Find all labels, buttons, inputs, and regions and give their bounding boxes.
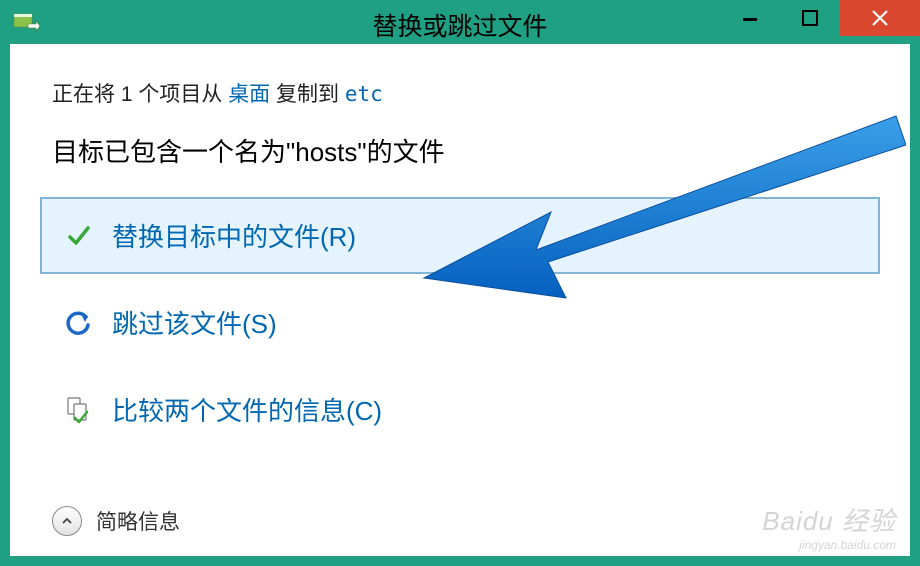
close-button[interactable]: [840, 0, 920, 36]
skip-option[interactable]: 跳过该文件(S): [40, 284, 880, 361]
watermark-sub: jingyan.baidu.com: [762, 538, 896, 552]
details-label: 简略信息: [96, 506, 180, 536]
window-controls: [720, 0, 920, 36]
copy-middle: 复制到: [270, 83, 345, 106]
watermark-main: Baidu 经验: [762, 506, 896, 536]
app-icon: [14, 12, 40, 32]
options-list: 替换目标中的文件(R) 跳过该文件(S): [10, 197, 910, 448]
dialog-window: 替换或跳过文件 正在将 1 个项目从 桌面 复制到 etc 目标已包含一个名为"…: [0, 0, 920, 566]
compare-option[interactable]: 比较两个文件的信息(C): [40, 371, 880, 448]
minimize-button[interactable]: [720, 0, 780, 36]
copy-status-line: 正在将 1 个项目从 桌面 复制到 etc: [10, 44, 910, 108]
undo-arrow-icon: [64, 308, 94, 338]
copy-dest-link[interactable]: etc: [345, 82, 383, 106]
copy-prefix: 正在将 1 个项目从: [52, 83, 228, 106]
skip-label: 跳过该文件(S): [112, 304, 277, 341]
maximize-button[interactable]: [780, 0, 840, 36]
replace-option[interactable]: 替换目标中的文件(R): [40, 197, 880, 274]
copy-source-link[interactable]: 桌面: [228, 83, 270, 106]
chevron-up-icon: [52, 506, 82, 536]
checkmark-icon: [64, 221, 94, 251]
conflict-message: 目标已包含一个名为"hosts"的文件: [10, 108, 910, 169]
dialog-content: 正在将 1 个项目从 桌面 复制到 etc 目标已包含一个名为"hosts"的文…: [10, 44, 910, 556]
watermark: Baidu 经验 jingyan.baidu.com: [762, 501, 896, 552]
replace-label: 替换目标中的文件(R): [112, 217, 356, 254]
details-toggle[interactable]: 简略信息: [52, 506, 180, 536]
compare-files-icon: [64, 395, 94, 425]
titlebar: 替换或跳过文件: [0, 0, 920, 44]
compare-label: 比较两个文件的信息(C): [112, 391, 382, 428]
